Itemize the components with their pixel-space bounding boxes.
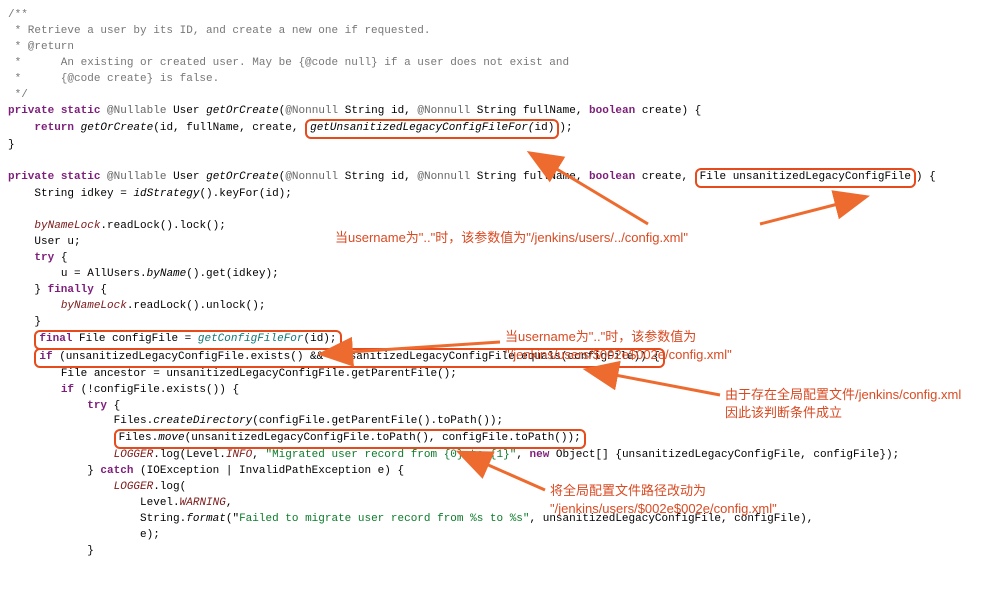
highlight-unsanitizedLegacyConfigFile-param: File unsanitizedLegacyConfigFile xyxy=(695,168,916,188)
javadoc: /** * Retrieve a user by its ID, and cre… xyxy=(8,9,569,101)
annotation-3: 由于存在全局配置文件/jenkins/config.xml 因此该判断条件成立 xyxy=(725,386,961,421)
highlight-getUnsanitizedLegacyConfigFileFor: getUnsanitizedLegacyConfigFileFor(id) xyxy=(305,119,559,139)
highlight-files-move: Files.move(unsanitizedLegacyConfigFile.t… xyxy=(114,429,586,449)
code-block: /** * Retrieve a user by its ID, and cre… xyxy=(8,8,992,560)
annotation-2: 当username为".."时，该参数值为 "/jenkins/users/$0… xyxy=(505,328,732,363)
annotation-4: 将全局配置文件路径改动为 "/jenkins/users/$002e$002e/… xyxy=(550,482,777,517)
annotation-1: 当username为".."时，该参数值为"/jenkins/users/../… xyxy=(335,229,688,247)
highlight-getConfigFileFor: final File configFile = getConfigFileFor… xyxy=(34,330,341,350)
